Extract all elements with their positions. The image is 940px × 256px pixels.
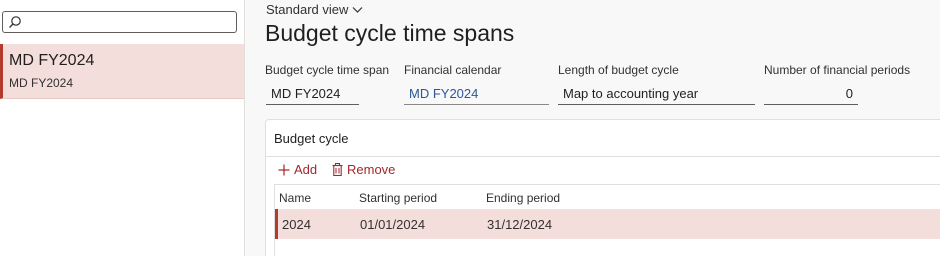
cell-name: 2024 — [282, 217, 311, 232]
column-header-name[interactable]: Name — [279, 191, 311, 205]
remove-label: Remove — [347, 162, 396, 177]
num-periods-field[interactable]: 0 — [764, 82, 858, 105]
view-name: Standard view — [266, 2, 349, 17]
view-selector[interactable]: Standard view — [266, 2, 363, 17]
search-icon — [9, 16, 21, 28]
cell-ending-period: 31/12/2024 — [487, 217, 553, 232]
time-span-field[interactable]: MD FY2024 — [266, 82, 359, 105]
budget-cycle-title: Budget cycle — [274, 131, 349, 146]
chevron-down-icon — [352, 6, 363, 13]
financial-calendar-label: Financial calendar — [404, 63, 502, 77]
add-button[interactable]: Add — [278, 162, 317, 177]
column-header-ending-period[interactable]: Ending period — [486, 191, 560, 205]
financial-calendar-field[interactable]: MD FY2024 — [404, 82, 549, 105]
divider — [266, 156, 940, 157]
cell-starting-period: 01/01/2024 — [360, 217, 426, 232]
list-item-title: MD FY2024 — [9, 52, 95, 69]
list-item-subtitle: MD FY2024 — [9, 76, 74, 90]
trash-icon — [332, 163, 343, 176]
left-pane: MD FY2024 MD FY2024 — [0, 0, 245, 256]
time-span-label: Budget cycle time span — [265, 63, 390, 77]
column-header-starting-period[interactable]: Starting period — [359, 191, 437, 205]
budget-cycle-panel: Budget cycle Add Remove Name Starting pe… — [265, 119, 940, 256]
plus-icon — [278, 164, 290, 175]
remove-button[interactable]: Remove — [332, 162, 395, 177]
search-input[interactable] — [2, 11, 237, 33]
length-field[interactable]: Map to accounting year — [558, 82, 755, 105]
list-item[interactable]: MD FY2024 MD FY2024 — [0, 44, 244, 99]
length-label: Length of budget cycle — [558, 63, 679, 77]
add-label: Add — [294, 162, 318, 177]
num-periods-label: Number of financial periods — [764, 63, 911, 77]
table-row[interactable]: 2024 01/01/2024 31/12/2024 — [275, 209, 940, 239]
page-title: Budget cycle time spans — [265, 20, 515, 46]
budget-cycle-grid: Name Starting period Ending period 2024 … — [274, 185, 940, 256]
